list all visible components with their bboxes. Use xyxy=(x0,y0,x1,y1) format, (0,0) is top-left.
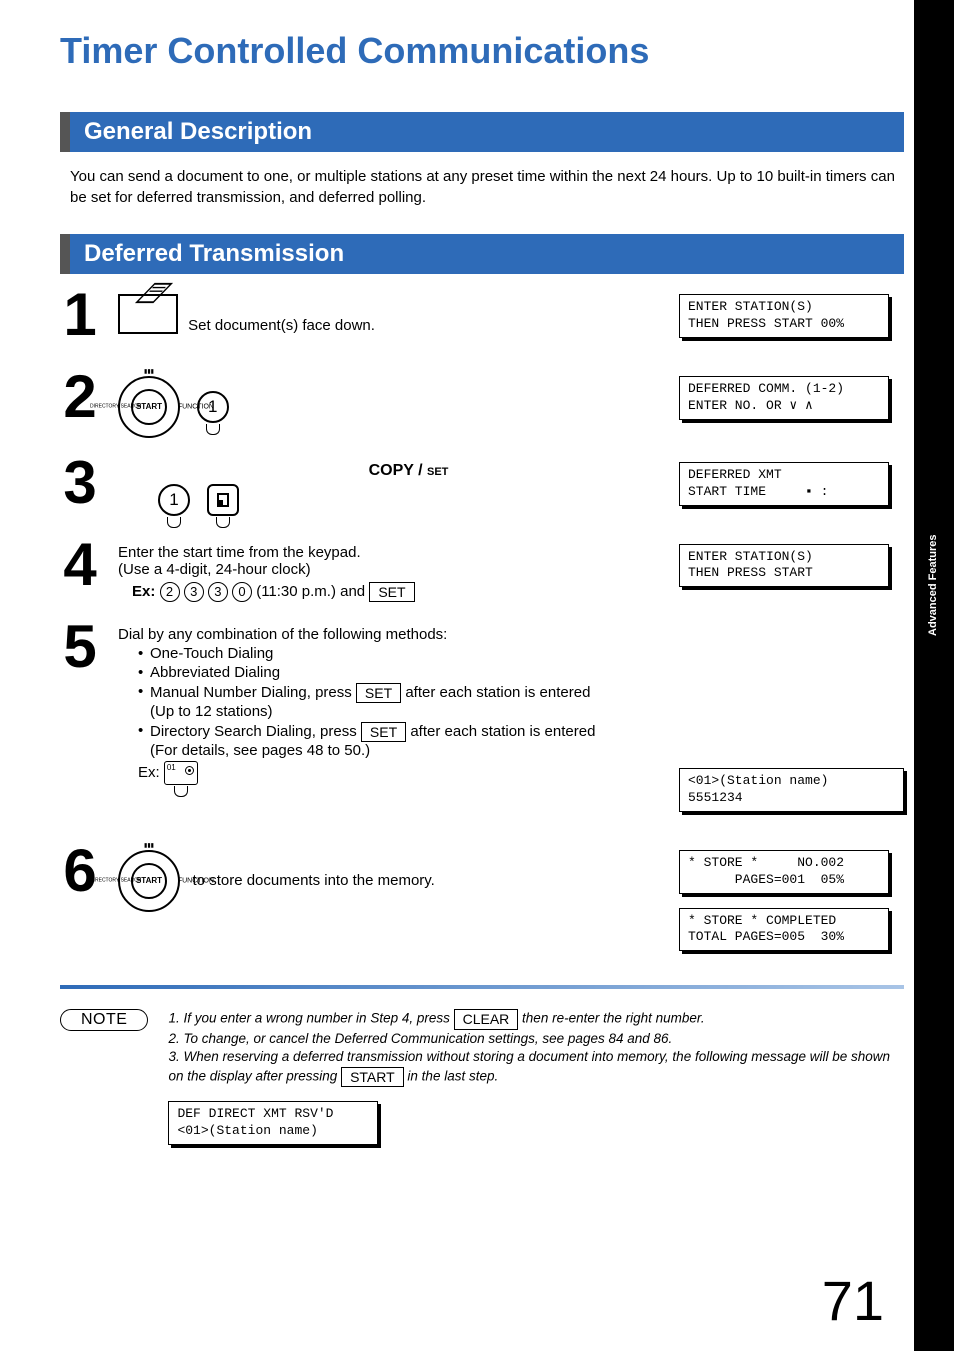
step-1: 1 Set document(s) face down. ENTER STATI… xyxy=(60,288,904,352)
step4-ex-tail: (11:30 p.m.) and xyxy=(256,583,369,600)
list-item: One-Touch Dialing xyxy=(138,645,659,662)
page-title: Timer Controlled Communications xyxy=(60,30,904,72)
set-key: SET xyxy=(369,582,414,602)
page-number: 71 xyxy=(822,1268,884,1333)
list-item: Directory Search Dialing, press SET afte… xyxy=(138,722,659,759)
step4-line2: (Use a 4-digit, 24-hour clock) xyxy=(118,561,659,578)
list-item: Abbreviated Dialing xyxy=(138,664,659,681)
step-num: 4 xyxy=(60,538,100,592)
lcd-step4: ENTER STATION(S) THEN PRESS START xyxy=(679,544,889,588)
lcd-step3: DEFERRED XMT START TIME ▪ : xyxy=(679,462,889,506)
copy-set-label: COPY / SET xyxy=(158,462,659,480)
dial-wheel-icon: ▮▮▮ DIRECTORY SEARCH START FUNCTION xyxy=(118,376,180,438)
step5-list: One-Touch Dialing Abbreviated Dialing Ma… xyxy=(118,645,659,759)
note-section: NOTE 1. If you enter a wrong number in S… xyxy=(60,1009,904,1159)
ex-label: Ex: xyxy=(132,583,155,600)
step1-text: Set document(s) face down. xyxy=(188,317,375,334)
step4-line1: Enter the start time from the keypad. xyxy=(118,544,659,561)
lcd-step5: <01>(Station name) 5551234 xyxy=(679,768,904,812)
digit-3: 3 xyxy=(184,582,204,602)
onetouch-key-icon: 01 xyxy=(164,761,198,785)
set-key: SET xyxy=(361,722,406,742)
note-list: 1. If you enter a wrong number in Step 4… xyxy=(168,1009,904,1159)
lcd-step1: ENTER STATION(S) THEN PRESS START 00% xyxy=(679,294,889,338)
keypad-1-icon: 1 xyxy=(197,391,229,423)
step-3: 3 COPY / SET 1 DEFERRED XMT ST xyxy=(60,456,904,520)
step6-tail: to store documents into the memory. xyxy=(193,872,435,889)
ex-label: Ex: xyxy=(138,764,160,781)
digit-0: 0 xyxy=(232,582,252,602)
start-key: START xyxy=(341,1067,404,1087)
step-num: 2 xyxy=(60,370,100,424)
lcd-note: DEF DIRECT XMT RSV'D <01>(Station name) xyxy=(168,1101,378,1145)
step-2: 2 ▮▮▮ DIRECTORY SEARCH START FUNCTION 1 xyxy=(60,370,904,438)
divider xyxy=(60,985,904,989)
step-4: 4 Enter the start time from the keypad. … xyxy=(60,538,904,602)
step-6: 6 ▮▮▮ DIRECTORY SEARCH START FUNCTION to… xyxy=(60,844,904,966)
digit-2: 2 xyxy=(160,582,180,602)
page-content: Timer Controlled Communications General … xyxy=(0,0,954,1179)
set-key: SET xyxy=(356,683,401,703)
step-5: 5 Dial by any combination of the followi… xyxy=(60,620,904,826)
dial-wheel-icon: ▮▮▮ DIRECTORY SEARCH START FUNCTION xyxy=(118,850,180,912)
note-badge: NOTE xyxy=(60,1009,148,1031)
lcd-step6a: * STORE * NO.002 PAGES=001 05% xyxy=(679,850,889,894)
lcd-step6b: * STORE * COMPLETED TOTAL PAGES=005 30% xyxy=(679,908,889,952)
step-num: 3 xyxy=(60,456,100,510)
lcd-step2: DEFERRED COMM. (1-2) ENTER NO. OR ∨ ∧ xyxy=(679,376,889,420)
document-tray-icon xyxy=(118,294,178,334)
list-item: Manual Number Dialing, press SET after e… xyxy=(138,683,659,720)
step-num: 6 xyxy=(60,844,100,898)
section-deferred-heading: Deferred Transmission xyxy=(60,234,904,274)
digit-3: 3 xyxy=(208,582,228,602)
keypad-1-icon: 1 xyxy=(158,484,190,516)
clear-key: CLEAR xyxy=(454,1009,519,1029)
step5-intro: Dial by any combination of the following… xyxy=(118,626,659,643)
section-general-heading: General Description xyxy=(60,112,904,152)
copy-set-key-icon xyxy=(207,484,239,516)
general-description-text: You can send a document to one, or multi… xyxy=(70,166,904,208)
step-num: 1 xyxy=(60,288,100,342)
step-num: 5 xyxy=(60,620,100,674)
